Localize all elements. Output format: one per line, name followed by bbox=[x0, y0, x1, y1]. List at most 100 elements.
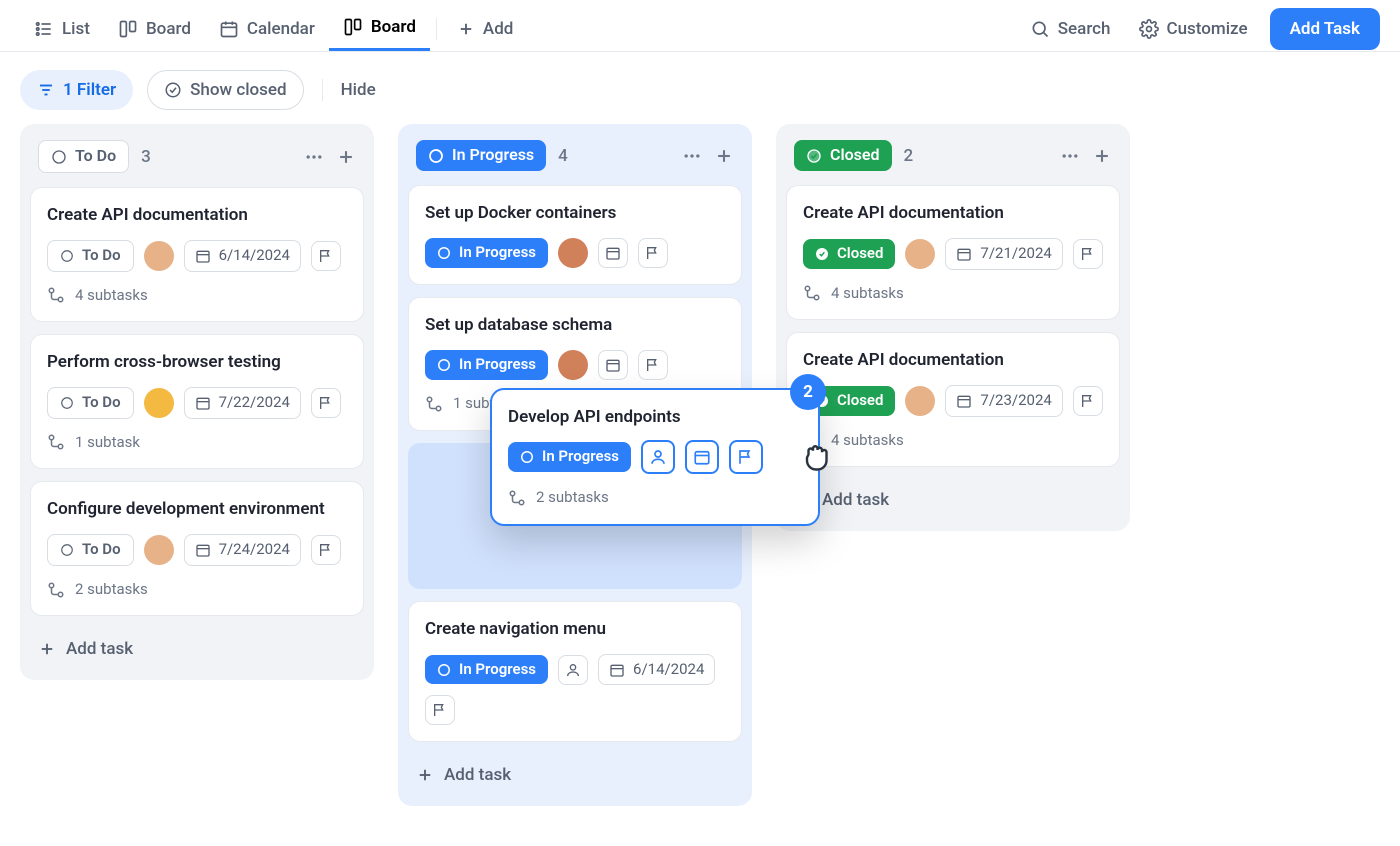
status-chip[interactable]: In Progress bbox=[425, 350, 548, 380]
date-chip[interactable]: 7/24/2024 bbox=[184, 534, 301, 566]
date-chip[interactable] bbox=[598, 238, 628, 268]
status-chip[interactable]: In Progress bbox=[425, 655, 548, 685]
plus-icon bbox=[38, 640, 56, 658]
subtasks-row[interactable]: 2 subtasks bbox=[508, 488, 802, 508]
add-task-button[interactable]: Add Task bbox=[1270, 8, 1380, 50]
priority-chip[interactable] bbox=[638, 350, 668, 380]
status-chip-in-progress[interactable]: In Progress bbox=[416, 140, 546, 171]
column-count: 4 bbox=[558, 145, 568, 167]
calendar-icon bbox=[195, 248, 211, 264]
subtasks-row[interactable]: 1 subtask bbox=[47, 433, 347, 453]
assignee-chip[interactable] bbox=[641, 440, 675, 474]
dragging-task-card[interactable]: 2 Develop API endpoints In Progress 2 su… bbox=[490, 388, 820, 526]
show-closed-button[interactable]: Show closed bbox=[147, 70, 304, 110]
date-chip[interactable]: 6/14/2024 bbox=[598, 654, 715, 686]
circle-icon bbox=[60, 396, 74, 410]
tab-board-2[interactable]: Board bbox=[329, 6, 430, 51]
priority-chip[interactable] bbox=[1073, 386, 1103, 416]
task-card[interactable]: Perform cross-browser testing To Do 7/22… bbox=[30, 334, 364, 469]
task-card[interactable]: Create API documentation Closed 7/21/202… bbox=[786, 185, 1120, 320]
views-bar: List Board Calendar Board Add Search Cus… bbox=[0, 0, 1400, 52]
plus-icon[interactable] bbox=[1092, 146, 1112, 166]
add-task-row[interactable]: Add task bbox=[786, 479, 1120, 521]
subtasks-row[interactable]: 4 subtasks bbox=[47, 286, 347, 306]
date-chip[interactable] bbox=[685, 440, 719, 474]
avatar[interactable] bbox=[558, 238, 588, 268]
status-chip[interactable]: To Do bbox=[47, 240, 134, 272]
label: 1 Filter bbox=[63, 79, 116, 101]
priority-chip[interactable] bbox=[1073, 239, 1103, 269]
subtasks-text: 4 subtasks bbox=[831, 284, 904, 304]
avatar[interactable] bbox=[905, 386, 935, 416]
task-title: Perform cross-browser testing bbox=[47, 351, 347, 373]
subtasks-row[interactable]: 4 subtasks bbox=[803, 284, 1103, 304]
plus-icon[interactable] bbox=[714, 146, 734, 166]
plus-icon[interactable] bbox=[336, 147, 356, 167]
subtasks-row[interactable]: 2 subtasks bbox=[47, 580, 347, 600]
filter-button[interactable]: 1 Filter bbox=[20, 70, 133, 110]
status-chip[interactable]: In Progress bbox=[508, 442, 631, 472]
subtasks-text: 2 subtasks bbox=[75, 580, 148, 600]
status-chip[interactable]: In Progress bbox=[425, 238, 548, 268]
priority-chip[interactable] bbox=[311, 535, 341, 565]
task-card[interactable]: Create API documentation Closed 7/23/202… bbox=[786, 332, 1120, 467]
status-chip-todo[interactable]: To Do bbox=[38, 140, 129, 173]
add-task-row[interactable]: Add task bbox=[30, 628, 364, 670]
status-chip[interactable]: To Do bbox=[47, 387, 134, 419]
subtasks-icon bbox=[803, 284, 821, 302]
user-icon bbox=[565, 662, 581, 678]
task-card[interactable]: Create navigation menu In Progress 6/14/… bbox=[408, 601, 742, 743]
avatar[interactable] bbox=[905, 239, 935, 269]
label: In Progress bbox=[459, 243, 536, 263]
subtasks-icon bbox=[508, 489, 526, 507]
status-chip[interactable]: Closed bbox=[803, 239, 895, 269]
label: In Progress bbox=[459, 355, 536, 375]
subtasks-text: 4 subtasks bbox=[75, 286, 148, 306]
priority-chip[interactable] bbox=[311, 241, 341, 271]
subtasks-row[interactable]: 4 subtasks bbox=[803, 431, 1103, 451]
date-chip[interactable]: 7/22/2024 bbox=[184, 387, 301, 419]
date-chip[interactable]: 6/14/2024 bbox=[184, 240, 301, 272]
date-text: 7/22/2024 bbox=[219, 393, 290, 413]
hide-button[interactable]: Hide bbox=[341, 79, 376, 101]
add-view-button[interactable]: Add bbox=[443, 8, 527, 50]
add-task-row[interactable]: Add task bbox=[408, 754, 742, 796]
priority-chip[interactable] bbox=[425, 695, 455, 725]
priority-chip[interactable] bbox=[729, 440, 763, 474]
customize-button[interactable]: Customize bbox=[1125, 10, 1262, 48]
status-chip-closed[interactable]: Closed bbox=[794, 140, 892, 171]
avatar[interactable] bbox=[144, 535, 174, 565]
label: To Do bbox=[82, 540, 121, 560]
date-chip[interactable] bbox=[598, 350, 628, 380]
status-chip[interactable]: To Do bbox=[47, 534, 134, 566]
date-chip[interactable]: 7/23/2024 bbox=[945, 385, 1062, 417]
more-icon[interactable] bbox=[304, 147, 324, 167]
tab-list[interactable]: List bbox=[20, 8, 104, 50]
avatar[interactable] bbox=[144, 241, 174, 271]
tab-board-1[interactable]: Board bbox=[104, 8, 205, 50]
tab-calendar[interactable]: Calendar bbox=[205, 8, 329, 50]
task-card[interactable]: Configure development environment To Do … bbox=[30, 481, 364, 616]
avatar[interactable] bbox=[144, 388, 174, 418]
calendar-icon bbox=[605, 357, 621, 373]
assignee-chip[interactable] bbox=[558, 655, 588, 685]
tab-label: Calendar bbox=[247, 18, 315, 40]
label: In Progress bbox=[459, 660, 536, 680]
task-title: Set up database schema bbox=[425, 314, 725, 336]
date-chip[interactable]: 7/21/2024 bbox=[945, 238, 1062, 270]
more-icon[interactable] bbox=[682, 146, 702, 166]
calendar-icon bbox=[195, 395, 211, 411]
more-icon[interactable] bbox=[1060, 146, 1080, 166]
priority-chip[interactable] bbox=[311, 388, 341, 418]
task-title: Create API documentation bbox=[803, 202, 1103, 224]
task-card[interactable]: Create API documentation To Do 6/14/2024… bbox=[30, 187, 364, 322]
search-button[interactable]: Search bbox=[1016, 10, 1125, 48]
priority-chip[interactable] bbox=[638, 238, 668, 268]
task-card[interactable]: Set up Docker containers In Progress bbox=[408, 185, 742, 285]
label: Add task bbox=[444, 764, 511, 786]
avatar[interactable] bbox=[558, 350, 588, 380]
date-text: 7/23/2024 bbox=[980, 391, 1051, 411]
circle-icon bbox=[60, 249, 74, 263]
flag-icon bbox=[1080, 246, 1096, 262]
label: Show closed bbox=[190, 79, 287, 101]
